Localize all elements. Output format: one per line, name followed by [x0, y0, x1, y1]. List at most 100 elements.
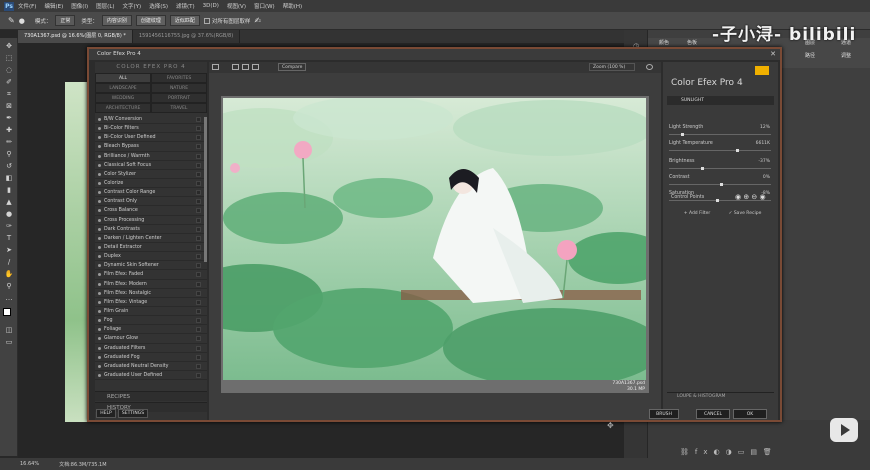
filter-item[interactable]: Foliage	[95, 325, 207, 335]
eyedropper-icon[interactable]: ✒	[3, 114, 15, 123]
menu-select[interactable]: 选择(S)	[149, 2, 168, 10]
slider-track[interactable]	[669, 183, 771, 186]
compare-button[interactable]: Compare	[278, 63, 307, 71]
favorite-star-icon[interactable]	[196, 135, 201, 141]
favorite-star-icon[interactable]	[196, 327, 201, 333]
eraser-tool-icon[interactable]: ◧	[3, 174, 15, 183]
pressure-icon[interactable]: ✍	[254, 16, 261, 25]
filter-item[interactable]: Duplex	[95, 252, 207, 262]
tab-document-1[interactable]: 730A1367.psd @ 16.6%(图层 0, RGB/8) *	[18, 30, 133, 43]
recipes-section[interactable]: RECIPES	[95, 391, 207, 401]
favorite-star-icon[interactable]	[196, 199, 201, 205]
control-points-label[interactable]: Control Points	[671, 195, 704, 200]
zoom-tool-icon[interactable]: ⚲	[3, 282, 15, 291]
ok-button[interactable]: OK	[733, 409, 767, 419]
settings-button[interactable]: SETTINGS	[118, 409, 148, 418]
healing-brush-icon[interactable]: ✚	[3, 126, 15, 135]
filter-list-scrollbar[interactable]	[204, 117, 207, 262]
content-aware-button[interactable]: 内容识别	[101, 15, 132, 26]
filter-header[interactable]: SUNLIGHT	[667, 96, 774, 105]
favorite-star-icon[interactable]	[196, 244, 201, 250]
filter-item[interactable]: B/W Conversion	[95, 115, 207, 125]
favorite-star-icon[interactable]	[196, 354, 201, 360]
panel-adjustments-label[interactable]: 调整	[832, 52, 860, 59]
filter-item[interactable]: Film Grain	[95, 307, 207, 317]
favorite-star-icon[interactable]	[196, 153, 201, 159]
background-color-icon[interactable]	[646, 64, 653, 70]
mode-select[interactable]: 正常	[55, 15, 76, 26]
stamp-tool-icon[interactable]: ⚲	[3, 150, 15, 159]
favorite-star-icon[interactable]	[196, 263, 201, 269]
control-point-add-icon[interactable]: ◉ ⊕ ⊖ ◉	[735, 193, 766, 201]
favorite-star-icon[interactable]	[196, 117, 201, 122]
panel-paths-label[interactable]: 路径	[796, 52, 824, 59]
favorite-star-icon[interactable]	[196, 308, 201, 314]
history-brush-icon[interactable]: ↺	[3, 162, 15, 171]
loupe-histogram-section[interactable]: LOUPE & HISTOGRAM	[667, 392, 774, 400]
filter-item[interactable]: Cross Processing	[95, 216, 207, 225]
save-recipe-button[interactable]: ✓ Save Recipe	[723, 210, 767, 218]
play-button-icon[interactable]	[830, 418, 858, 442]
help-button[interactable]: HELP	[96, 409, 116, 418]
create-texture-button[interactable]: 创建纹理	[135, 15, 166, 26]
favorite-star-icon[interactable]	[196, 345, 201, 351]
favorite-star-icon[interactable]	[196, 290, 201, 296]
filter-item[interactable]: Graduated Fog	[95, 353, 207, 362]
favorite-star-icon[interactable]	[196, 318, 201, 324]
pen-tool-icon[interactable]: ✑	[3, 222, 15, 231]
slider-knob[interactable]	[736, 149, 740, 152]
slider-knob[interactable]	[700, 167, 704, 170]
favorite-star-icon[interactable]	[196, 208, 201, 214]
slider-knob[interactable]	[715, 199, 719, 202]
cancel-button[interactable]: CANCEL	[696, 409, 730, 419]
filter-item[interactable]: Color Stylizer	[95, 170, 207, 179]
favorite-star-icon[interactable]	[196, 281, 201, 287]
filter-item[interactable]: Film Efex: Nostalgic	[95, 289, 207, 298]
extra-tools-icon[interactable]: …	[3, 294, 15, 303]
single-view-icon[interactable]	[232, 64, 239, 70]
favorite-star-icon[interactable]	[196, 336, 201, 342]
path-select-icon[interactable]: ➤	[3, 246, 15, 255]
category-favorites[interactable]: FAVORITES	[151, 73, 207, 83]
blur-tool-icon[interactable]: ▲	[3, 198, 15, 207]
category-architecture[interactable]: ARCHITECTURE	[95, 103, 151, 113]
brush-tool-icon[interactable]: ✏	[3, 138, 15, 147]
filter-item[interactable]: Contrast Color Range	[95, 188, 207, 198]
filter-item[interactable]: Film Efex: Modern	[95, 280, 207, 289]
favorite-star-icon[interactable]	[196, 217, 201, 223]
menu-layer[interactable]: 图层(L)	[96, 2, 114, 10]
slider-knob[interactable]	[681, 133, 685, 136]
favorite-star-icon[interactable]	[196, 226, 201, 232]
category-landscape[interactable]: LANDSCAPE	[95, 83, 151, 93]
foreground-color-swatch[interactable]	[3, 308, 11, 316]
frame-tool-icon[interactable]: ⊠	[3, 102, 15, 111]
menu-edit[interactable]: 编辑(E)	[44, 2, 63, 10]
type-tool-icon[interactable]: T	[3, 234, 15, 243]
filter-item[interactable]: Brilliance / Warmth	[95, 152, 207, 161]
proximity-match-button[interactable]: 近似匹配	[169, 15, 200, 26]
filter-item[interactable]: Graduated Filters	[95, 344, 207, 353]
favorite-star-icon[interactable]	[196, 171, 201, 177]
gradient-tool-icon[interactable]: ▮	[3, 186, 15, 195]
filter-item[interactable]: Darken / Lighten Center	[95, 234, 207, 243]
split-view-icon[interactable]	[242, 64, 249, 70]
menu-type[interactable]: 文字(Y)	[123, 2, 142, 10]
filter-item[interactable]: Detail Extractor	[95, 243, 207, 253]
slider-track[interactable]	[669, 149, 771, 152]
favorite-star-icon[interactable]	[196, 144, 201, 150]
menu-view[interactable]: 视图(V)	[227, 2, 246, 10]
tab-document-2[interactable]: 1591456116755.jpg @ 37.6%(RGB/8)	[133, 30, 241, 43]
sample-all-checkbox[interactable]	[203, 17, 210, 24]
zoom-level[interactable]: 16.64%	[20, 461, 39, 467]
filter-item[interactable]: Bi-Color User Defined	[95, 133, 207, 143]
filter-item[interactable]: Dynamic Skin Softener	[95, 261, 207, 271]
screen-mode-icon[interactable]: ▭	[3, 338, 15, 347]
shape-tool-icon[interactable]: /	[3, 258, 15, 267]
menu-window[interactable]: 窗口(W)	[254, 2, 275, 10]
brush-preset-icon[interactable]: ✎	[8, 16, 15, 25]
menu-file[interactable]: 文件(F)	[18, 2, 36, 10]
filter-item[interactable]: Classical Soft Focus	[95, 161, 207, 170]
filter-item[interactable]: Contrast Only	[95, 197, 207, 207]
dodge-tool-icon[interactable]: ●	[3, 210, 15, 219]
hand-tool-icon[interactable]: ✋	[3, 270, 15, 279]
